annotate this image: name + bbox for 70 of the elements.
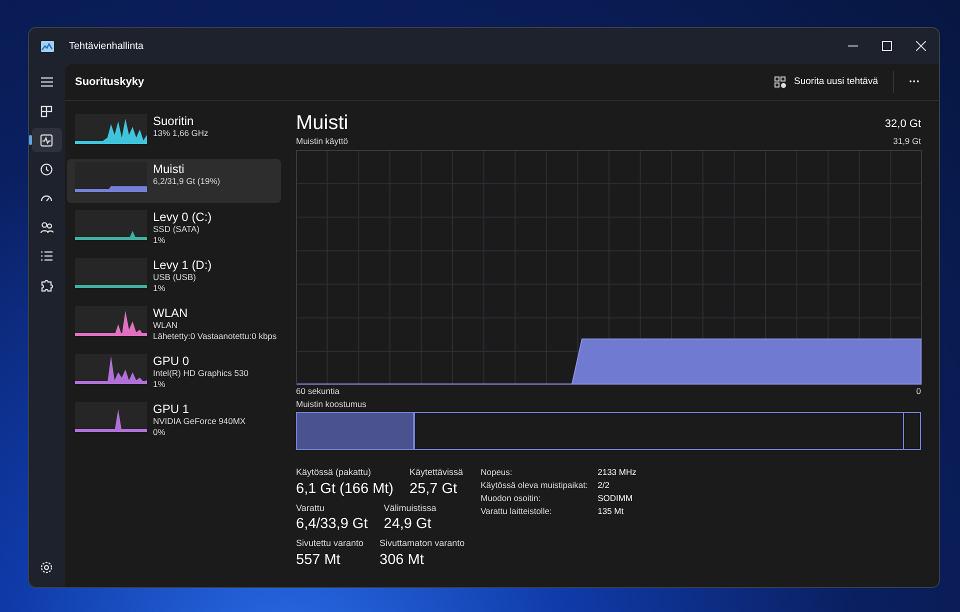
app-logo-icon [41,40,54,52]
chart-max-label: 31,9 Gt [893,135,921,148]
device-item[interactable]: WLAN WLAN Lähetetty:0 Vastaanotettu:0 kbps [67,303,281,347]
property-label: Nopeus: [480,466,514,480]
chart-icon [40,134,54,146]
axis-label: 60 sekuntia [296,384,340,398]
stat-label: Käytössä (pakattu) [296,466,372,480]
device-detail: SSD (SATA) [153,224,200,235]
device-name: GPU 0 [153,354,190,368]
stat-value: 6,1 Gt (166 Mt) [296,480,394,498]
page-title: Suorituskyky [75,74,146,90]
clock-icon [40,162,54,176]
device-item[interactable]: GPU 1 NVIDIA GeForce 940MX 0% [67,399,281,443]
device-detail: Lähetetty:0 Vastaanotettu:0 kbps [153,331,277,342]
window-title: Tehtävienhallinta [69,40,144,54]
device-name: Levy 0 (C:) [153,210,212,224]
property-value: SODIMM [598,492,633,506]
device-name: Levy 1 (D:) [153,258,212,272]
list-icon [40,250,54,262]
stat-value: 6,4/33,9 Gt [296,515,368,534]
device-detail: 13% 1,66 GHz [153,128,208,139]
device-detail: 0% [153,427,166,438]
stat-label: Sivuttamaton varanto [380,537,465,550]
run-task-button[interactable]: Suorita uusi tehtävä [765,70,887,94]
stat-value: 24,9 Gt [384,515,432,534]
total-memory: 32,0 Gt [884,116,921,132]
device-item[interactable]: Suoritin 13% 1,66 GHz [67,111,281,155]
stat-value: 557 Mt [296,550,342,569]
stat-label: Sivutettu varanto [296,537,364,550]
more-button[interactable]: ··· [900,68,929,96]
device-item[interactable]: Muisti 6,2/31,9 Gt (19%) [67,159,281,203]
device-detail: NVIDIA GeForce 940MX [153,416,246,427]
device-detail: 1% [153,379,166,390]
new-task-icon [774,76,786,88]
device-detail: 1% [153,235,166,246]
property-value: 2133 MHz [598,466,636,480]
device-name: Suoritin [153,114,195,128]
puzzle-icon [40,278,54,292]
grid-icon [40,104,54,118]
device-name: WLAN [153,306,189,320]
property-label: Muodon osoitin: [480,492,542,506]
detail-title: Muisti [296,111,348,135]
property-value: 135 Mt [598,505,624,518]
settings-icon [40,560,54,574]
device-detail: USB (USB) [153,272,197,283]
chart-label: Muistin käyttö [296,135,348,148]
menu-icon [40,76,54,88]
maximize-icon[interactable] [882,41,892,51]
device-detail: 6,2/31,9 Gt (19%) [153,176,220,187]
stat-value: 25,7 Gt [410,480,458,498]
property-label: Käytössä oleva muistipaikat: [480,479,589,492]
stat-label: Käytettävissä [410,466,464,480]
stat-value: 306 Mt [380,550,425,569]
property-label: Varattu laitteistolle: [480,505,553,518]
device-item[interactable]: Levy 0 (C:) SSD (SATA) 1% [67,207,281,251]
device-item[interactable]: GPU 0 Intel(R) HD Graphics 530 1% [67,351,281,395]
device-detail: 1% [153,283,166,294]
property-value: 2/2 [598,479,610,492]
composition-label: Muistin koostumus [296,398,368,410]
device-detail: WLAN [153,320,179,331]
device-name: Muisti [153,162,186,176]
device-item[interactable]: Levy 1 (D:) USB (USB) 1% [67,255,281,299]
people-icon [40,220,54,234]
nav-button[interactable] [32,128,62,152]
device-name: GPU 1 [153,402,190,416]
device-detail: Intel(R) HD Graphics 530 [153,368,248,379]
stat-label: Välimuistissa [384,502,436,515]
axis-label: 0 [916,384,921,398]
close-icon[interactable] [916,41,926,51]
stat-label: Varattu [296,502,326,515]
